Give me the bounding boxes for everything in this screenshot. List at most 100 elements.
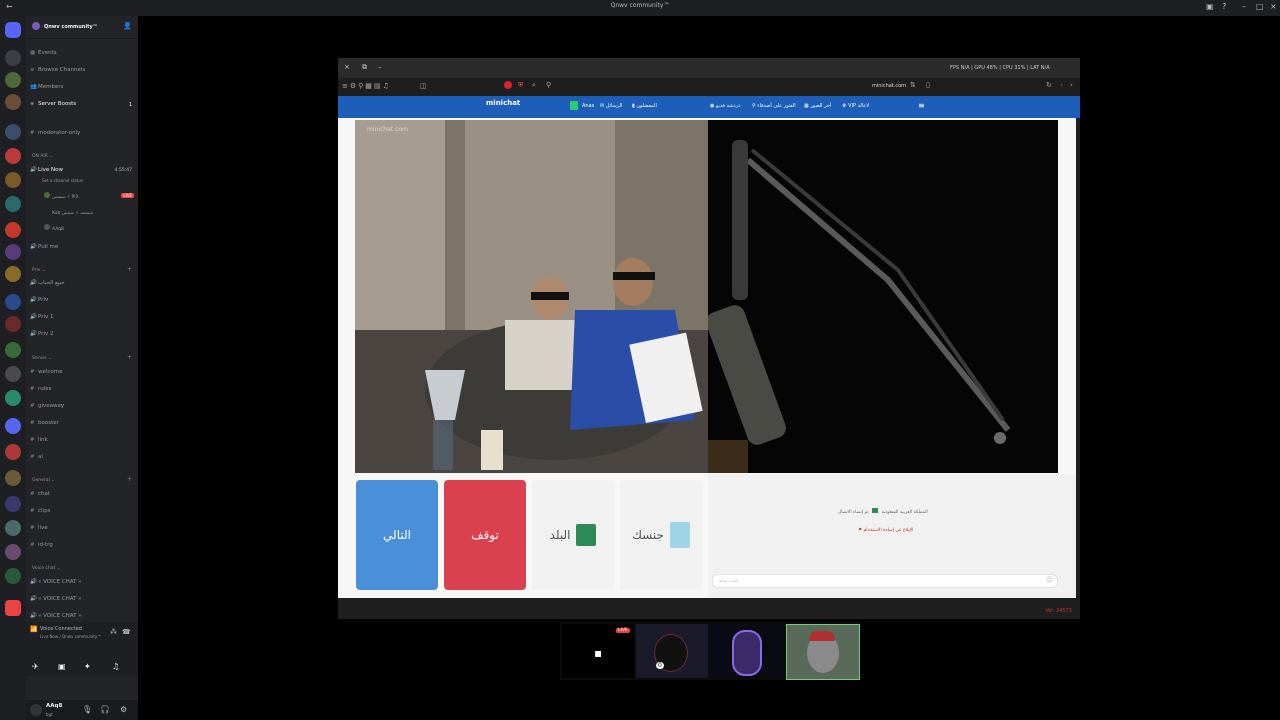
maximize-icon[interactable]: □: [1256, 2, 1264, 11]
server-icon[interactable]: [5, 222, 21, 238]
server-icon[interactable]: [5, 544, 21, 560]
url-text[interactable]: minichat.com: [872, 83, 906, 89]
channel-item[interactable]: 🔊Priv 1: [30, 314, 54, 320]
site-logo[interactable]: minichat: [486, 99, 520, 107]
server-icon[interactable]: [5, 94, 21, 110]
server-icon[interactable]: [5, 520, 21, 536]
mobile-icon[interactable]: ▯: [926, 81, 930, 89]
add-channel-icon[interactable]: +: [127, 476, 132, 483]
server-icon[interactable]: [5, 342, 21, 358]
soundboard-icon[interactable]: ♫: [112, 662, 119, 671]
server-icon[interactable]: [5, 316, 21, 332]
avatar[interactable]: [30, 704, 42, 716]
channel-item[interactable]: # live: [30, 525, 48, 531]
category-server[interactable]: Server ⌄: [32, 356, 52, 361]
stream-preview[interactable]: 0: [636, 624, 708, 678]
server-icon[interactable]: [5, 496, 21, 512]
next-button[interactable]: التالي: [356, 480, 438, 590]
nav-photos[interactable]: ▦ أخر الصور: [804, 103, 831, 109]
voice-channel-live-now[interactable]: 🔊Live Now: [30, 167, 63, 173]
settings-gear-icon[interactable]: ⚙: [120, 705, 127, 714]
server-icon[interactable]: [5, 244, 21, 260]
channel-browse[interactable]: ≡ Browse Channels: [30, 67, 85, 73]
channel-item[interactable]: 🔊Priv: [30, 297, 48, 303]
channel-item[interactable]: # chat: [30, 491, 50, 497]
channel-item[interactable]: 🔊Priv 2: [30, 331, 54, 337]
server-icon[interactable]: [5, 148, 21, 164]
nav-vip[interactable]: ♛ VIP لاعالة: [842, 103, 869, 109]
voice-user[interactable]: سسس ⚡ PIX: [44, 192, 79, 200]
stream-preview[interactable]: [786, 624, 860, 680]
disconnect-icon[interactable]: ☎: [122, 628, 131, 636]
server-icon[interactable]: [5, 196, 21, 212]
server-icon[interactable]: [5, 172, 21, 188]
add-channel-icon[interactable]: +: [127, 354, 132, 361]
home-icon[interactable]: [5, 22, 21, 38]
server-icon[interactable]: [5, 266, 21, 282]
category-priv[interactable]: Priv ⌄: [32, 268, 46, 273]
back-icon[interactable]: ‹: [1060, 81, 1063, 89]
channel-events[interactable]: ▦ Events: [30, 50, 57, 56]
server-icon[interactable]: [5, 294, 21, 310]
activity-icon[interactable]: ✦: [84, 662, 91, 671]
channel-item[interactable]: # link: [30, 437, 48, 443]
channel-item[interactable]: 🔊حبيع الحباب: [30, 280, 65, 286]
server-icon[interactable]: [5, 390, 21, 406]
channel-item[interactable]: # welcome: [30, 369, 63, 375]
channel-item[interactable]: # ai: [30, 454, 43, 460]
voice-channel[interactable]: 🔊« VOICE CHAT »: [30, 596, 82, 602]
headphones-icon[interactable]: 🎧: [100, 705, 110, 714]
voice-channel[interactable]: 🔊« VOICE CHAT »: [30, 613, 82, 619]
minimize-icon[interactable]: –: [1242, 2, 1246, 11]
category-general[interactable]: General ⌄: [32, 478, 55, 483]
copy-icon[interactable]: ⧉: [362, 63, 367, 72]
channel-item[interactable]: # clips: [30, 508, 50, 514]
stream-preview[interactable]: ▪ LIVE: [562, 624, 634, 678]
server-icon[interactable]: [5, 444, 21, 460]
stream-preview[interactable]: [710, 624, 782, 678]
shield-icon[interactable]: ⛨: [518, 81, 523, 90]
category-voice-chat[interactable]: Voice chat ⌄: [32, 566, 60, 571]
help-icon[interactable]: ?: [1222, 2, 1226, 11]
nav-favorites[interactable]: ▮ المفضلون: [632, 103, 657, 109]
voice-user[interactable]: Kob شششـ ⚡ شمس: [44, 208, 93, 216]
gender-button[interactable]: جنسك: [620, 480, 702, 590]
report-abuse-link[interactable]: ⚑ الإبلاغ عن إساءة الاستخدام: [858, 528, 913, 533]
extensions-icon[interactable]: ≡⚙⚲▦▤♫: [342, 82, 391, 90]
add-member-icon[interactable]: 👤: [123, 22, 132, 30]
forward-icon[interactable]: ›: [1070, 81, 1073, 89]
noise-suppression-icon[interactable]: ⁂: [110, 628, 117, 636]
nav-find-friends[interactable]: ⚲ العثور على أصدقاء: [752, 103, 796, 109]
server-icon[interactable]: [5, 418, 21, 434]
category-on-air[interactable]: ON AIR ⌄: [32, 154, 53, 159]
reload-icon[interactable]: ↻: [1046, 81, 1052, 89]
channel-members[interactable]: 👥Members: [30, 84, 64, 90]
emoji-icon[interactable]: ☺: [1046, 576, 1053, 584]
server-icon[interactable]: [5, 50, 21, 66]
server-icon[interactable]: [5, 124, 21, 140]
record-icon[interactable]: [504, 81, 512, 89]
channel-status-hint[interactable]: Set a channel status: [42, 178, 83, 183]
nav-video-chat[interactable]: ◉ دردشة فديو: [710, 103, 740, 109]
search-icon[interactable]: ⚲: [546, 81, 551, 89]
new-badge-icon[interactable]: [5, 600, 21, 616]
inbox-icon[interactable]: ▣: [1206, 2, 1214, 11]
close-tab-icon[interactable]: ×: [344, 63, 350, 71]
channel-item[interactable]: # id-trg: [30, 542, 53, 548]
server-icon[interactable]: [5, 470, 21, 486]
server-header[interactable]: Qnwv community™ 👤: [26, 16, 138, 39]
channel-item[interactable]: # rules: [30, 386, 52, 392]
server-icon[interactable]: [5, 366, 21, 382]
channel-server-boosts[interactable]: ◈ Server Boosts: [30, 101, 76, 107]
minimize-icon[interactable]: –: [378, 63, 382, 71]
close-icon[interactable]: ×: [1270, 2, 1277, 11]
translate-icon[interactable]: ⌕: [532, 81, 536, 90]
nav-user[interactable]: Anas: [582, 103, 594, 109]
channel-item[interactable]: # giveaway: [30, 403, 64, 409]
hamburger-menu-icon[interactable]: ≡: [918, 101, 925, 110]
voice-channel-pull-me[interactable]: 🔊Pull me: [30, 244, 58, 250]
voice-channel[interactable]: 🔊« VOICE CHAT »: [30, 579, 82, 585]
nav-messages[interactable]: ✉ الرسائل: [600, 103, 622, 109]
screenshot-icon[interactable]: ◫: [420, 82, 427, 90]
server-icon[interactable]: [5, 568, 21, 584]
